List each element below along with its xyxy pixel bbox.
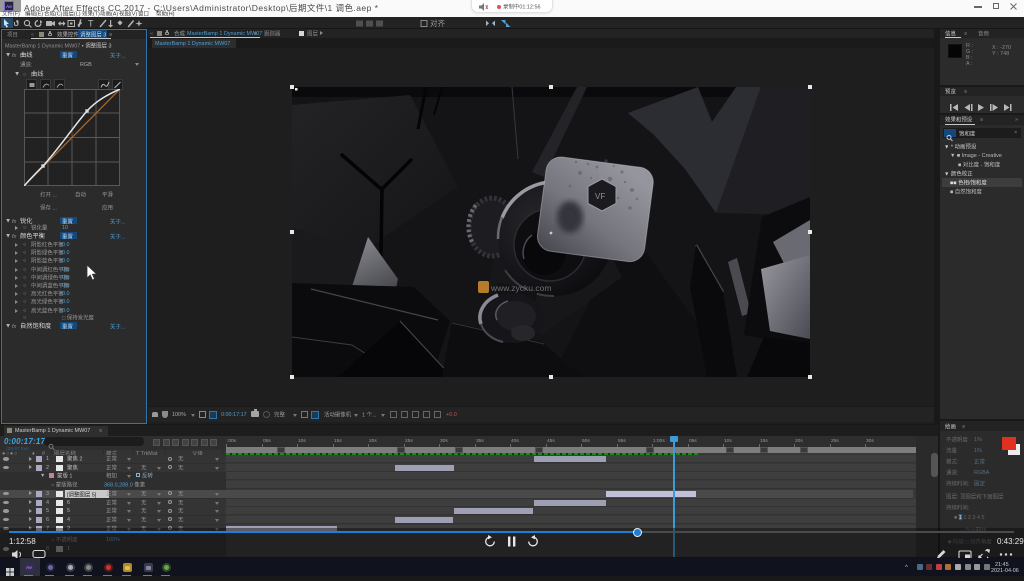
svg-text:www.zycku.com: www.zycku.com: [490, 283, 551, 293]
svg-text:T: T: [88, 19, 94, 29]
svg-text:VF: VF: [595, 192, 605, 201]
svg-text:对齐: 对齐: [430, 18, 445, 28]
